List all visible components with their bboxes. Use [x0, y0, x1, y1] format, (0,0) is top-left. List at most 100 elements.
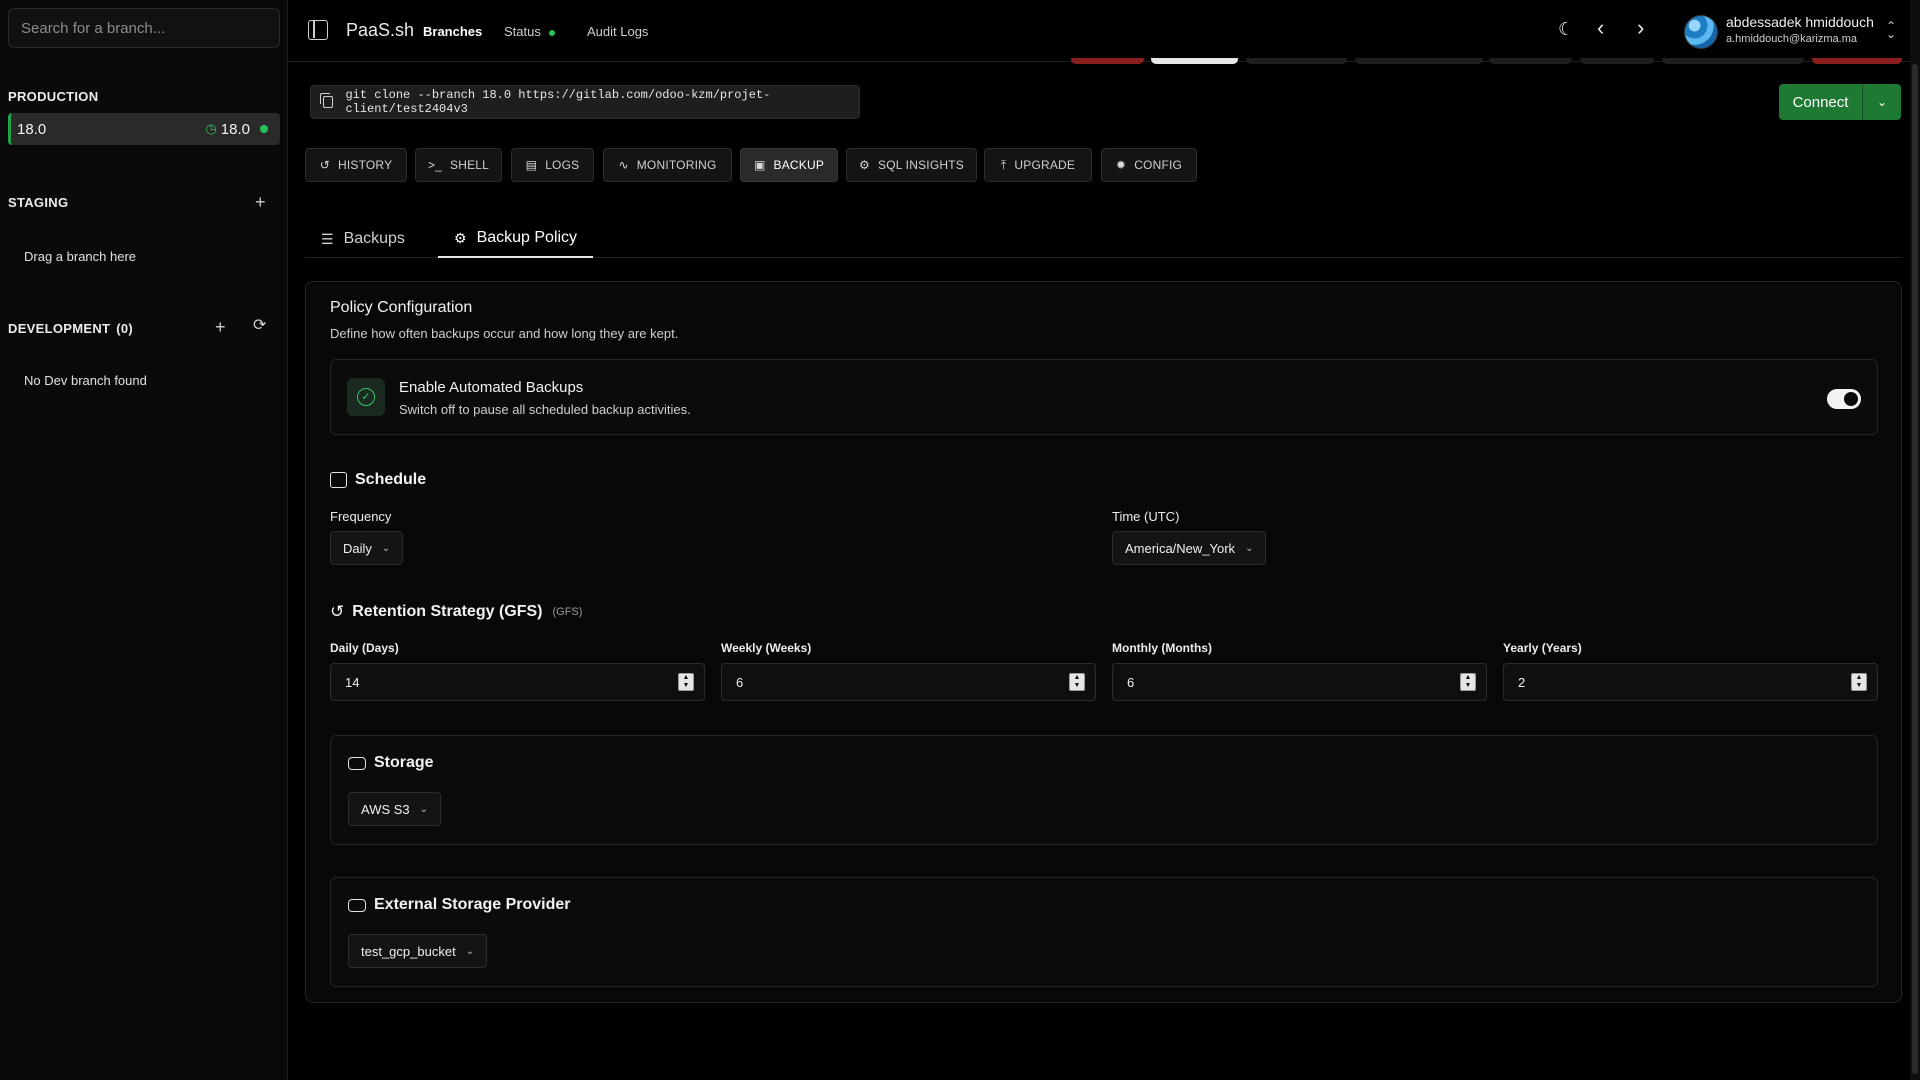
connect-button[interactable]: Connect — [1779, 84, 1862, 120]
subtab-backup-policy[interactable]: ⚙ Backup Policy — [438, 220, 594, 258]
retention-yearly-value: 2 — [1518, 674, 1526, 690]
history-icon: ↺ — [319, 158, 330, 172]
check-badge: ✓ — [347, 378, 385, 416]
tab-shell[interactable]: >_ SHELL — [415, 148, 502, 182]
schedule-title: Schedule — [355, 471, 427, 488]
database-icon: ▣ — [753, 158, 766, 172]
tab-logs[interactable]: ▤ LOGS — [511, 148, 594, 182]
tab-backup-label: BACKUP — [773, 158, 825, 172]
nav-status-label: Status — [504, 24, 541, 39]
upload-icon: ⤒ — [1000, 157, 1007, 172]
external-storage-card: External Storage Provider test_gcp_bucke… — [330, 877, 1878, 987]
scrollbar-thumb[interactable] — [1912, 64, 1918, 1074]
auto-backup-card: ✓ Enable Automated Backups Switch off to… — [330, 359, 1878, 435]
backup-subtabs: ☰ Backups ⚙ Backup Policy — [305, 220, 1902, 258]
chevron-down-icon: ⌄ — [419, 803, 429, 815]
production-branch-item[interactable]: 18.0 ◷ 18.0 — [8, 113, 280, 145]
subtab-backup-policy-label: Backup Policy — [476, 229, 578, 246]
stepper-icon[interactable]: ▲ ▼ — [678, 673, 694, 691]
retention-weekly-value: 6 — [736, 674, 744, 690]
staging-section-title: STAGING — [8, 195, 69, 210]
user-name: abdessadek hmiddouch — [1726, 14, 1874, 30]
user-email: a.hmiddouch@karizma.ma — [1726, 33, 1857, 45]
branch-search-input[interactable] — [8, 8, 280, 48]
policy-panel: Policy Configuration Define how often ba… — [305, 281, 1902, 1003]
tab-config-label: CONFIG — [1134, 158, 1183, 172]
storage-heading: Storage — [348, 754, 434, 772]
clipped-tab — [1355, 58, 1483, 64]
top-bar: PaaS.sh Branches Status Audit Logs ☾ ‹ ›… — [288, 0, 1920, 62]
chevron-down-icon: ⌄ — [381, 542, 391, 554]
stepper-icon[interactable]: ▲ ▼ — [1460, 673, 1476, 691]
nav-status[interactable]: Status — [504, 24, 555, 39]
connect-button-group: Connect ⌄ — [1779, 84, 1901, 120]
nav-audit-logs[interactable]: Audit Logs — [587, 24, 648, 39]
forward-arrow-icon[interactable]: › — [1637, 15, 1644, 41]
user-info[interactable]: abdessadek hmiddouch a.hmiddouch@karizma… — [1726, 14, 1874, 45]
storage-select[interactable]: AWS S3 ⌄ — [348, 792, 442, 826]
tab-sql-insights-label: SQL INSIGHTS — [877, 158, 964, 172]
clipped-red-tab — [1071, 58, 1144, 64]
external-storage-title: External Storage Provider — [374, 896, 571, 913]
retention-daily-value: 14 — [345, 674, 360, 690]
tab-history-label: HISTORY — [337, 158, 393, 172]
chevron-up-down-icon[interactable]: ⌃ ⌄ — [1886, 20, 1896, 40]
policy-title: Policy Configuration — [330, 299, 473, 316]
development-empty-text: No Dev branch found — [24, 373, 147, 388]
retention-yearly-label: Yearly (Years) — [1503, 641, 1582, 655]
retention-weekly-label: Weekly (Weeks) — [721, 641, 812, 655]
app-root: PRODUCTION 18.0 ◷ 18.0 STAGING + Drag a … — [0, 0, 1920, 1080]
schedule-heading: Schedule — [330, 471, 426, 489]
stepper-icon[interactable]: ▲ ▼ — [1851, 673, 1867, 691]
nav-branches[interactable]: Branches — [423, 24, 482, 39]
refresh-icon[interactable]: ⟳ — [253, 318, 266, 334]
retention-yearly-input[interactable]: 2 ▲ ▼ — [1503, 663, 1878, 701]
stepper-icon[interactable]: ▲ ▼ — [1069, 673, 1085, 691]
sidebar-toggle-icon[interactable] — [308, 20, 328, 40]
storage-value: AWS S3 — [361, 801, 410, 817]
status-dot — [260, 125, 268, 133]
retention-weekly-input[interactable]: 6 ▲ ▼ — [721, 663, 1096, 701]
clipped-tab — [1246, 58, 1347, 64]
frequency-select[interactable]: Daily ⌄ — [330, 531, 404, 565]
activity-icon: ∿ — [618, 158, 629, 172]
add-development-icon[interactable]: + — [215, 318, 226, 336]
retention-heading: ↺ Retention Strategy (GFS) (GFS) — [330, 602, 582, 622]
tab-sql-insights[interactable]: ⚙ SQL INSIGHTS — [846, 148, 977, 182]
hard-drive-icon — [348, 756, 366, 770]
tab-shell-label: SHELL — [450, 158, 490, 172]
tab-backup[interactable]: ▣ BACKUP — [740, 148, 838, 182]
tab-upgrade[interactable]: ⤒ UPGRADE — [984, 148, 1092, 182]
calendar-clock-icon — [330, 472, 347, 488]
insights-icon: ⚙ — [859, 158, 870, 172]
page-scrollbar[interactable] — [1910, 0, 1920, 1080]
terminal-icon: >_ — [427, 158, 443, 172]
dark-mode-icon[interactable]: ☾ — [1558, 19, 1574, 40]
clipped-tab — [1580, 58, 1654, 64]
time-select[interactable]: America/New_York ⌄ — [1112, 531, 1267, 565]
git-clone-command[interactable]: git clone --branch 18.0 https://gitlab.c… — [310, 85, 860, 119]
tab-history[interactable]: ↺ HISTORY — [305, 148, 407, 182]
subtab-backups[interactable]: ☰ Backups — [321, 220, 405, 258]
clock-icon: ◷ — [205, 121, 217, 136]
add-staging-icon[interactable]: + — [255, 193, 266, 211]
back-arrow-icon[interactable]: ‹ — [1597, 15, 1604, 41]
retention-daily-input[interactable]: 14 ▲ ▼ — [330, 663, 705, 701]
retention-tag: (GFS) — [552, 606, 583, 618]
tab-logs-label: LOGS — [545, 158, 580, 172]
brand-title: PaaS.sh — [346, 20, 415, 40]
production-branch-name: 18.0 — [17, 120, 47, 138]
chevron-down-icon[interactable]: ⌄ — [1862, 84, 1901, 120]
development-title: DEVELOPMENT — [8, 321, 111, 336]
avatar[interactable] — [1684, 15, 1718, 49]
tab-config[interactable]: ✹ CONFIG — [1101, 148, 1197, 182]
copy-icon[interactable] — [319, 93, 334, 108]
list-icon: ☰ — [321, 230, 334, 247]
clipped-tab — [1489, 58, 1572, 64]
subtab-backups-label: Backups — [343, 230, 405, 247]
tab-monitoring[interactable]: ∿ MONITORING — [603, 148, 732, 182]
external-storage-select[interactable]: test_gcp_bucket ⌄ — [348, 934, 488, 968]
retention-monthly-input[interactable]: 6 ▲ ▼ — [1112, 663, 1487, 701]
external-storage-value: test_gcp_bucket — [361, 943, 456, 959]
auto-backup-toggle[interactable] — [1827, 389, 1861, 409]
